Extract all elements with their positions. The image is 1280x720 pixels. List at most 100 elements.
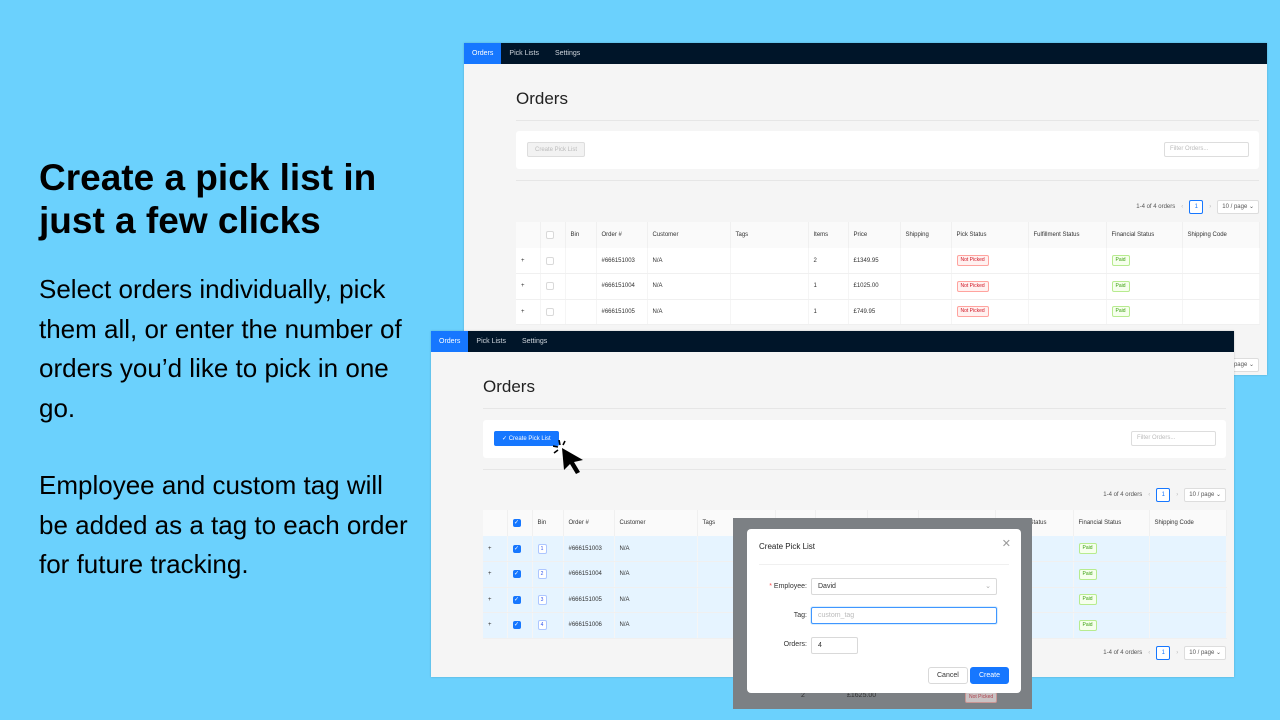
table-cell: + [516, 248, 541, 274]
nav-settings[interactable]: Settings [547, 43, 588, 64]
table-cell: #666151005 [596, 299, 648, 325]
column-header: Fulfillment Status [1028, 222, 1107, 248]
table-cell: N/A [614, 536, 698, 562]
nav-orders[interactable]: Orders [431, 331, 469, 352]
underlay-pick-status: Not Picked [965, 692, 998, 703]
pagination-range: 1-4 of 4 orders [1103, 650, 1143, 656]
expand-icon[interactable]: + [488, 546, 492, 552]
table-cell: 4 [532, 612, 564, 639]
next-page-icon[interactable]: › [1176, 492, 1178, 498]
row-checkbox[interactable]: ✓ [512, 544, 521, 553]
table-cell [730, 248, 809, 274]
nav-settings[interactable]: Settings [514, 331, 555, 352]
next-page-icon[interactable]: › [1209, 204, 1211, 210]
page-1-button[interactable]: 1 [1189, 200, 1204, 214]
page-title: Orders [516, 89, 568, 108]
select-all-checkbox[interactable]: ✓ [512, 519, 521, 527]
column-header [540, 222, 566, 248]
employee-value: David [818, 583, 836, 590]
mouse-pointer-click-icon [553, 440, 583, 474]
expand-icon[interactable]: + [521, 309, 525, 315]
table-cell: £1349.95 [848, 248, 901, 274]
row-checkbox[interactable] [545, 307, 554, 316]
employee-label: * Employee: [769, 583, 807, 590]
row-checkbox[interactable]: ✓ [512, 621, 521, 630]
table-cell: N/A [647, 273, 731, 300]
employee-select[interactable]: David ⌄ [811, 578, 997, 595]
orders-input[interactable]: 4 [811, 637, 858, 654]
headline: Create a pick list in just a few clicks [39, 157, 377, 241]
table-cell [730, 273, 809, 300]
toolbar: ✓ Create Pick List Filter Orders... [483, 420, 1226, 458]
expand-icon[interactable]: + [488, 597, 492, 603]
table-cell: Not Picked [951, 248, 1029, 274]
close-icon[interactable]: ✕ [1002, 537, 1011, 550]
page-size-value: 10 / page [1189, 492, 1215, 498]
page-1-button[interactable]: 1 [1156, 488, 1171, 502]
expand-icon[interactable]: + [488, 622, 492, 628]
financial-status-badge: Paid [1078, 594, 1097, 606]
table-cell [540, 299, 566, 325]
page-size-select[interactable]: 10 / page ⌄ [1184, 646, 1226, 660]
nav-pick-lists[interactable]: Pick Lists [468, 331, 514, 352]
chevron-down-icon: ⌄ [985, 583, 991, 590]
table-cell: #666151004 [596, 273, 648, 300]
create-pick-list-button[interactable]: Create Pick List [527, 142, 586, 157]
financial-status-badge: Paid [1111, 255, 1130, 266]
table-cell: £749.95 [848, 299, 901, 325]
column-header: Items [808, 222, 849, 248]
create-button[interactable]: Create [970, 667, 1010, 684]
tag-input[interactable]: custom_tag [811, 607, 997, 624]
tag-label: Tag: [793, 612, 807, 619]
column-header [483, 510, 508, 536]
page-size-value: 10 / page [1222, 204, 1248, 210]
table-cell [900, 273, 952, 300]
table-cell: 1 [808, 273, 849, 300]
filter-orders-input[interactable]: Filter Orders... [1131, 431, 1216, 446]
prev-page-icon[interactable]: ‹ [1148, 492, 1150, 498]
table-cell: Paid [1073, 536, 1150, 562]
row-checkbox[interactable] [545, 282, 554, 291]
pagination-bottom: 1-4 of 4 orders ‹ 1 › 10 / page ⌄ [1103, 646, 1226, 660]
table-cell [1182, 273, 1260, 300]
prev-page-icon[interactable]: ‹ [1148, 650, 1150, 656]
filter-orders-input[interactable]: Filter Orders... [1164, 142, 1249, 157]
expand-icon[interactable]: + [521, 283, 525, 289]
prev-page-icon[interactable]: ‹ [1181, 204, 1183, 210]
create-pick-list-label: Create Pick List [508, 436, 551, 442]
nav-pick-lists[interactable]: Pick Lists [501, 43, 547, 64]
table-cell: Paid [1073, 561, 1150, 588]
page-size-select[interactable]: 10 / page ⌄ [1184, 488, 1226, 502]
table-cell [1182, 299, 1260, 325]
column-header: Shipping [900, 222, 952, 248]
pick-status-badge: Not Picked [956, 306, 989, 318]
page-size-select[interactable]: 10 / page ⌄ [1217, 200, 1259, 214]
page-1-button[interactable]: 1 [1156, 646, 1171, 660]
nav-orders[interactable]: Orders [464, 43, 502, 64]
table-header-row: Bin Order # Customer Tags Items Price Shipping… [516, 222, 1260, 248]
table-cell: #666151004 [563, 561, 615, 588]
column-header: Financial Status [1106, 222, 1183, 248]
pick-status-badge: Not Picked [956, 255, 989, 266]
financial-status-badge: Paid [1078, 543, 1097, 554]
table-cell [1028, 248, 1107, 274]
underlay-price: £1625.00 [847, 692, 877, 699]
create-pick-list-button[interactable]: ✓ Create Pick List [494, 431, 559, 446]
row-checkbox[interactable] [545, 256, 554, 265]
row-checkbox[interactable]: ✓ [512, 595, 521, 604]
column-header: Tags [730, 222, 809, 248]
table-cell [565, 273, 597, 300]
table-cell: 3 [532, 587, 564, 613]
row-checkbox[interactable]: ✓ [512, 570, 521, 579]
table-cell: + [483, 561, 508, 588]
table-cell: Paid [1106, 299, 1183, 325]
select-all-checkbox[interactable] [545, 231, 554, 239]
table-cell: Paid [1106, 273, 1183, 300]
bin-badge: 3 [537, 594, 547, 605]
table-cell: N/A [614, 612, 698, 639]
next-page-icon[interactable]: › [1176, 650, 1178, 656]
table-cell: N/A [647, 248, 731, 274]
expand-icon[interactable]: + [488, 571, 492, 577]
cancel-button[interactable]: Cancel [928, 667, 968, 684]
expand-icon[interactable]: + [521, 258, 525, 264]
